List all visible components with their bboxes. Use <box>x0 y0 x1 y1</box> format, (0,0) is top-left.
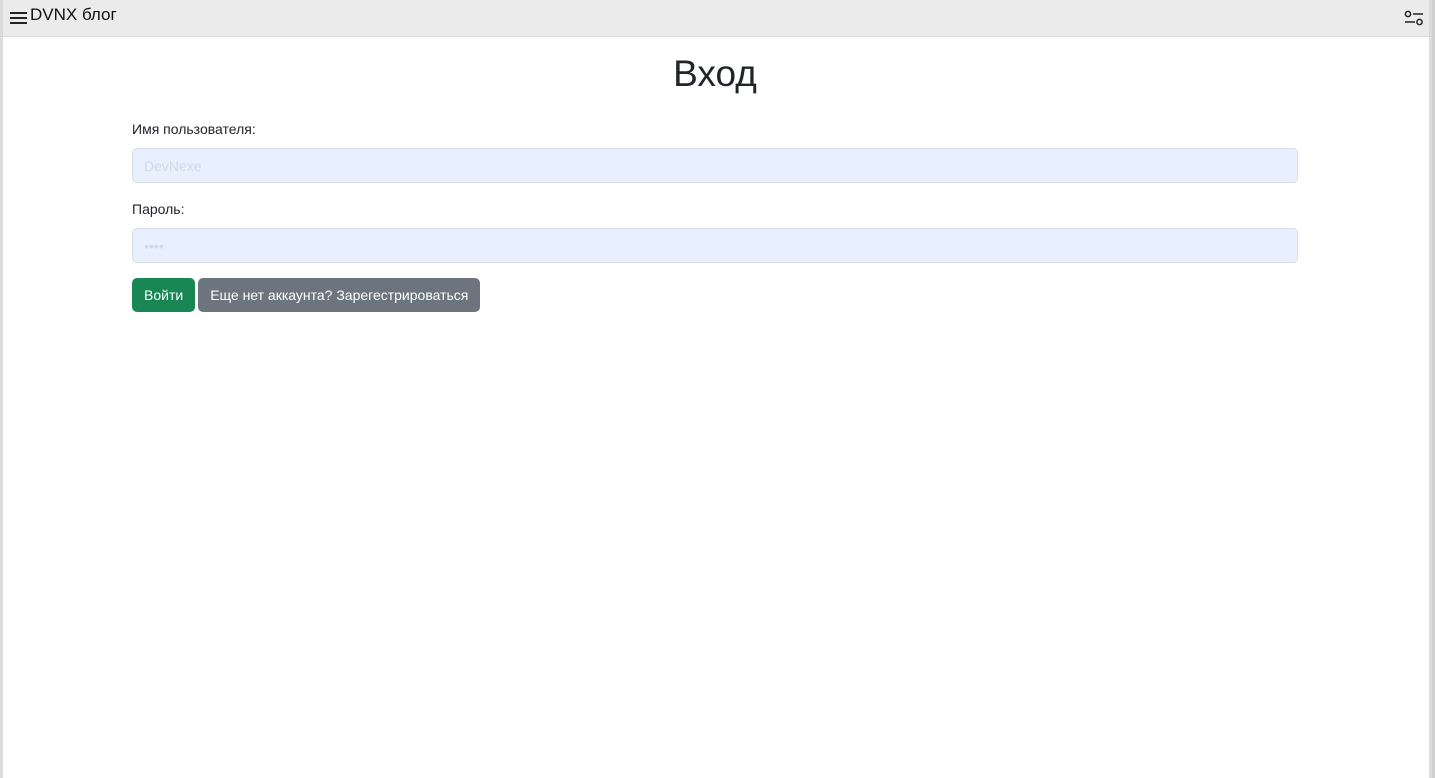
settings-sliders-icon-graphic <box>1404 10 1423 26</box>
username-input[interactable] <box>132 148 1298 183</box>
hamburger-menu-icon[interactable] <box>8 8 30 28</box>
username-label: Имя пользователя: <box>132 121 256 137</box>
app-title: DVNX блог <box>30 5 117 24</box>
form-actions: Войти Еще нет аккаунта? Зарегестрировать… <box>132 278 1298 312</box>
password-label: Пароль: <box>132 201 185 217</box>
login-form-container: Вход Имя пользователя: Пароль: Войти Еще… <box>132 37 1298 312</box>
register-link-button[interactable]: Еще нет аккаунта? Зарегестрироваться <box>198 278 481 312</box>
password-input[interactable] <box>132 228 1298 263</box>
settings-sliders-icon[interactable] <box>1403 8 1425 28</box>
app-window: DVNX блог Вход Имя пользователя: Пароль:… <box>0 0 1432 778</box>
login-button[interactable]: Войти <box>132 278 196 312</box>
top-bar: DVNX блог <box>3 0 1429 37</box>
page-title: Вход <box>673 53 757 94</box>
hamburger-menu-icon-graphic <box>10 12 27 24</box>
